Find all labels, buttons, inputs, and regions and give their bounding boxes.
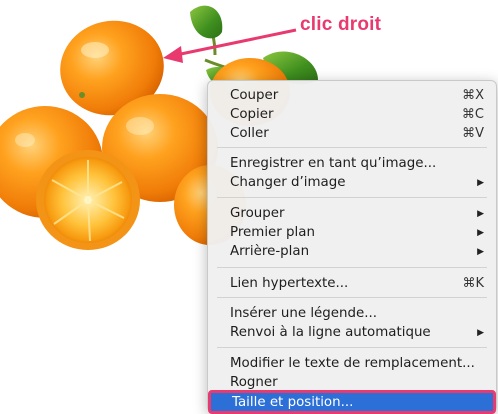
menu-item-hyperlink[interactable]: Lien hypertexte... ⌘K <box>208 274 496 293</box>
menu-item-label: Coller <box>230 126 269 141</box>
menu-item-group[interactable]: Grouper ▶ <box>208 204 496 223</box>
shortcut-label: ⌘K <box>462 276 484 291</box>
menu-item-paste[interactable]: Coller ⌘V <box>208 124 496 143</box>
menu-item-label: Copier <box>230 107 274 122</box>
menu-item-label: Modifier le texte de remplacement... <box>230 356 475 371</box>
menu-item-wrap-text[interactable]: Renvoi à la ligne automatique ▶ <box>208 323 496 342</box>
menu-item-crop[interactable]: Rogner <box>208 373 496 392</box>
menu-separator <box>217 297 487 298</box>
menu-separator <box>217 347 487 348</box>
submenu-arrow-icon: ▶ <box>477 208 484 219</box>
menu-item-label: Grouper <box>230 206 285 221</box>
menu-item-label: Rogner <box>230 375 278 390</box>
menu-item-label: Enregistrer en tant qu’image... <box>230 156 437 171</box>
menu-item-change-image[interactable]: Changer d’image ▶ <box>208 173 496 192</box>
menu-item-size-and-position[interactable]: Taille et position... <box>208 390 496 414</box>
menu-separator <box>217 267 487 268</box>
menu-item-label: Insérer une légende... <box>230 306 378 321</box>
menu-separator <box>217 197 487 198</box>
submenu-arrow-icon: ▶ <box>477 246 484 257</box>
shortcut-label: ⌘X <box>462 88 484 103</box>
menu-item-save-as-image[interactable]: Enregistrer en tant qu’image... <box>208 154 496 173</box>
submenu-arrow-icon: ▶ <box>477 227 484 238</box>
menu-item-label: Premier plan <box>230 225 315 240</box>
menu-item-label: Couper <box>230 88 279 103</box>
menu-item-send-to-back[interactable]: Arrière-plan ▶ <box>208 242 496 261</box>
menu-item-insert-caption[interactable]: Insérer une légende... <box>208 304 496 323</box>
annotation-label: clic droit <box>300 14 382 35</box>
menu-item-label: Changer d’image <box>230 175 346 190</box>
menu-item-label: Lien hypertexte... <box>230 276 349 291</box>
menu-separator <box>217 147 487 148</box>
submenu-arrow-icon: ▶ <box>477 177 484 188</box>
menu-item-label: Taille et position... <box>232 394 354 410</box>
menu-item-copy[interactable]: Copier ⌘C <box>208 105 496 124</box>
menu-item-bring-to-front[interactable]: Premier plan ▶ <box>208 223 496 242</box>
shortcut-label: ⌘V <box>462 126 484 141</box>
menu-item-edit-alt-text[interactable]: Modifier le texte de remplacement... <box>208 354 496 373</box>
menu-item-label: Renvoi à la ligne automatique <box>230 325 431 340</box>
submenu-arrow-icon: ▶ <box>477 327 484 338</box>
menu-item-cut[interactable]: Couper ⌘X <box>208 86 496 105</box>
shortcut-label: ⌘C <box>461 107 484 122</box>
context-menu: Couper ⌘X Copier ⌘C Coller ⌘V Enregistre… <box>207 80 497 414</box>
menu-item-label: Arrière-plan <box>230 244 310 259</box>
